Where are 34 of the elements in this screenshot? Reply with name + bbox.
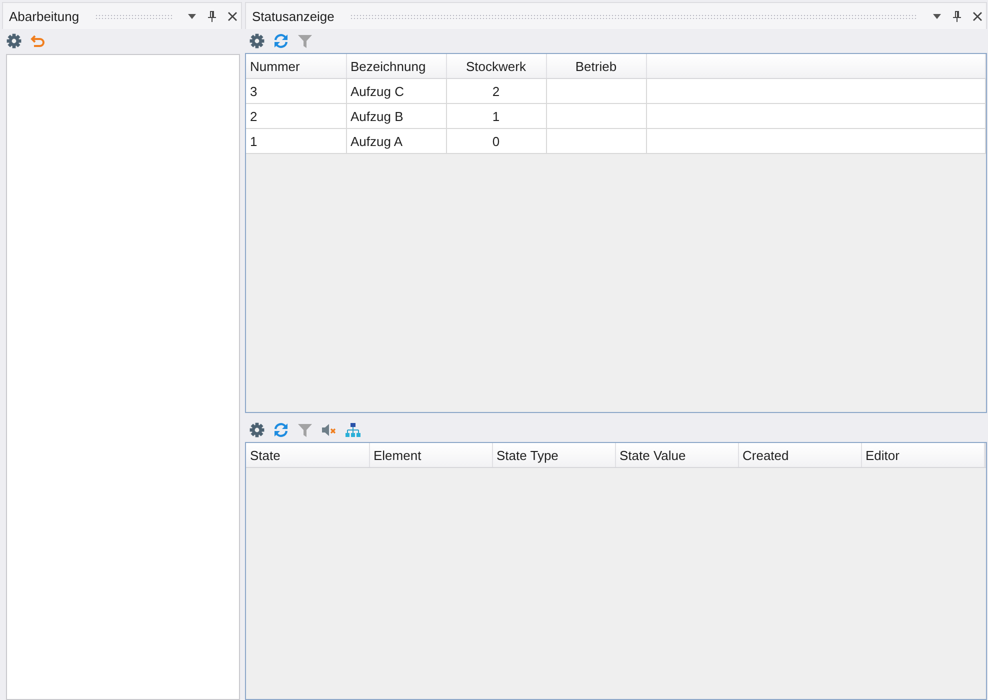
column-header[interactable]: Editor — [861, 443, 984, 468]
column-header[interactable]: Stockwerk — [446, 54, 546, 78]
column-header[interactable]: Created — [738, 443, 861, 468]
column-header[interactable]: Bezeichnung — [346, 54, 446, 78]
panel-title: Abarbeitung — [9, 8, 80, 24]
column-header[interactable]: State Type — [492, 443, 615, 468]
column-header[interactable]: Element — [369, 443, 492, 468]
close-icon[interactable] — [973, 12, 982, 20]
mute-icon[interactable] — [321, 422, 337, 438]
dropdown-icon[interactable] — [933, 14, 941, 18]
table-cell: Aufzug C — [346, 78, 446, 104]
column-header[interactable]: State — [246, 443, 369, 468]
refresh-icon[interactable] — [273, 33, 289, 49]
table-cell: 2 — [246, 104, 346, 128]
table-cell: 3 — [246, 78, 346, 104]
pin-icon[interactable] — [953, 10, 961, 22]
table-cell: Aufzug B — [346, 104, 446, 128]
column-header[interactable]: Nummer — [246, 54, 346, 78]
panel-title: Statusanzeige — [252, 8, 334, 24]
settings-icon[interactable] — [6, 33, 22, 49]
table-cell: 1 — [446, 104, 546, 128]
table-cell: 2 — [446, 78, 546, 104]
close-icon[interactable] — [228, 12, 237, 20]
table-cell: 1 — [246, 128, 346, 154]
hierarchy-icon[interactable] — [345, 422, 361, 438]
table-cell: Aufzug A — [346, 128, 446, 154]
settings-icon[interactable] — [249, 33, 265, 49]
pin-icon[interactable] — [208, 10, 216, 22]
settings-icon[interactable] — [249, 422, 265, 438]
dropdown-icon[interactable] — [188, 14, 196, 18]
refresh-icon[interactable] — [273, 422, 289, 438]
column-header[interactable]: State Value — [615, 443, 738, 468]
column-header[interactable]: Betrieb — [546, 54, 646, 78]
table-cell: 0 — [446, 128, 546, 154]
